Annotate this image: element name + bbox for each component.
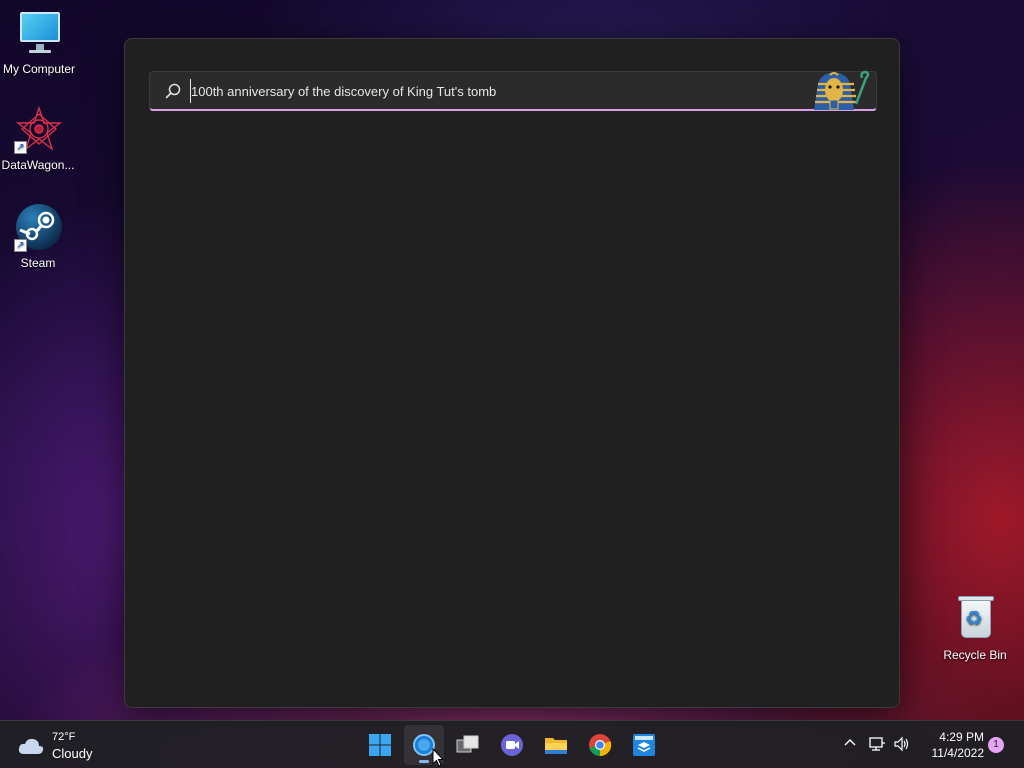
weather-widget[interactable]: 72°F Cloudy <box>14 729 114 763</box>
taskbar: 72°F Cloudy 4:29 PM 11/4/2022 1 <box>0 720 1024 768</box>
file-explorer-button[interactable] <box>536 725 576 765</box>
chevron-up-icon[interactable] <box>842 735 858 751</box>
task-view-icon <box>456 735 479 753</box>
network-icon[interactable] <box>868 735 886 753</box>
teams-chat-button[interactable] <box>492 725 532 765</box>
search-box[interactable] <box>149 70 877 111</box>
mouse-cursor-icon <box>432 748 444 767</box>
tutankhamun-mask-icon[interactable] <box>808 70 870 110</box>
chrome-icon <box>589 734 612 757</box>
clock-date: 11/4/2022 <box>931 746 985 760</box>
cloud-icon <box>18 738 44 754</box>
desktop-icon-label: DataWagon... <box>1 158 75 172</box>
desktop-icon-label: Recycle Bin <box>943 648 1007 662</box>
teams-chat-icon <box>501 734 523 756</box>
shortcut-arrow-icon: ↗ <box>14 141 27 154</box>
desktop-icon-label: My Computer <box>2 62 76 76</box>
search-input[interactable] <box>190 79 790 103</box>
desktop-icon-label: Steam <box>20 256 56 270</box>
search-panel <box>124 38 900 708</box>
steam-icon: ↗ <box>14 204 62 252</box>
desktop-icon-datawagon[interactable]: ↗ DataWagon... <box>0 106 78 172</box>
windows-start-icon <box>369 734 391 756</box>
notification-badge[interactable]: 1 <box>988 737 1004 753</box>
weather-condition: Cloudy <box>52 746 93 761</box>
datawagon-icon: ↗ <box>14 106 62 154</box>
shortcut-arrow-icon: ↗ <box>14 239 27 252</box>
recycle-bin-icon: ♻ <box>951 596 999 644</box>
volume-icon[interactable] <box>893 735 911 753</box>
active-indicator <box>419 760 429 763</box>
store-button[interactable] <box>624 725 664 765</box>
desktop-icon-recycle-bin[interactable]: ♻ Recycle Bin <box>935 596 1015 662</box>
desktop-icon-my-computer[interactable]: My Computer <box>0 10 79 76</box>
start-button[interactable] <box>360 725 400 765</box>
clock-time: 4:29 PM <box>939 730 984 744</box>
computer-icon <box>15 10 63 58</box>
weather-temperature: 72°F <box>52 731 76 743</box>
desktop-icon-steam[interactable]: ↗ Steam <box>0 204 78 270</box>
store-icon <box>633 734 655 756</box>
system-clock[interactable]: 4:29 PM 11/4/2022 <box>918 729 985 761</box>
file-explorer-icon <box>545 738 567 754</box>
search-icon <box>165 83 181 99</box>
task-view-button[interactable] <box>448 725 488 765</box>
chrome-button[interactable] <box>580 725 620 765</box>
